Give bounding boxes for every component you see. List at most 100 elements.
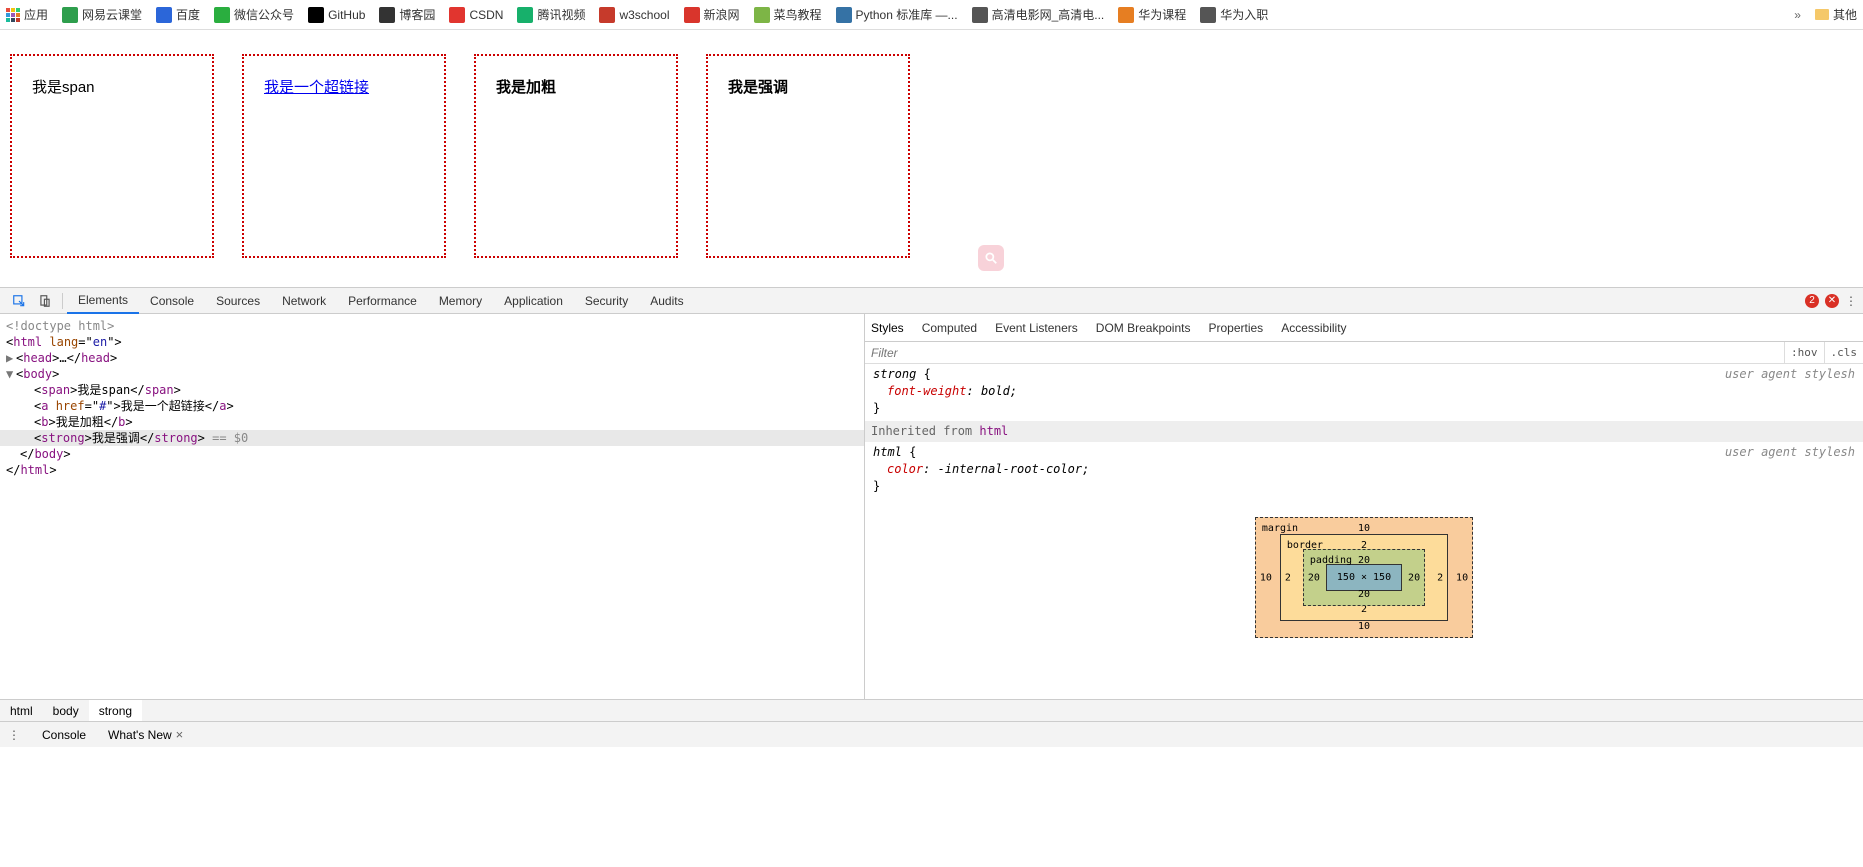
bookmark-label: 高清电影网_高清电... (992, 6, 1105, 23)
bookmark-icon (599, 7, 615, 23)
bookmark-item[interactable]: w3school (599, 7, 669, 23)
bookmark-label: 菜鸟教程 (774, 6, 822, 23)
apps-icon (6, 8, 20, 22)
styles-tab-properties[interactable]: Properties (1208, 321, 1263, 335)
strong-line-selected[interactable]: <strong>我是强调</strong> == $0 (0, 430, 864, 446)
bookmark-item[interactable]: 百度 (156, 6, 200, 23)
bookmark-icon (972, 7, 988, 23)
bookmark-icon (684, 7, 700, 23)
devtools-tab-elements[interactable]: Elements (67, 288, 139, 314)
devtools-tab-sources[interactable]: Sources (205, 288, 271, 314)
body-open-line[interactable]: ▼<body> (0, 366, 864, 382)
span-text: 我是span (32, 79, 95, 96)
bookmark-item[interactable]: 腾讯视频 (517, 6, 585, 23)
bookmark-icon (379, 7, 395, 23)
body-close-line[interactable]: </body> (0, 446, 864, 462)
box-bold: 我是加粗 (474, 54, 678, 258)
bookmark-item[interactable]: GitHub (308, 7, 365, 23)
other-label: 其他 (1833, 6, 1857, 23)
html-close-line[interactable]: </html> (0, 462, 864, 478)
devtools-tab-application[interactable]: Application (493, 288, 574, 314)
bold-text: 我是加粗 (496, 79, 556, 96)
doctype-line[interactable]: <!doctype html> (0, 318, 864, 334)
hov-toggle[interactable]: :hov (1784, 342, 1824, 363)
uas-label: user agent stylesh (1725, 366, 1855, 383)
bookmarks-bar: 应用 网易云课堂 百度微信公众号 GitHub 博客园 CSDN 腾讯视频 w3school… (0, 0, 1863, 30)
bookmark-icon (308, 7, 324, 23)
bookmark-item[interactable]: 华为入职 (1200, 6, 1268, 23)
cls-toggle[interactable]: .cls (1824, 342, 1863, 363)
close-icon[interactable]: × (176, 727, 184, 742)
inspect-icon[interactable] (6, 288, 32, 314)
styles-panel: Styles Computed Event Listeners DOM Breakpo… (865, 314, 1863, 699)
bookmark-label: 网易云课堂 (82, 6, 142, 23)
head-line[interactable]: ▶<head>…</head> (0, 350, 864, 366)
styles-tab-accessibility[interactable]: Accessibility (1281, 321, 1346, 335)
styles-tab-event-listeners[interactable]: Event Listeners (995, 321, 1078, 335)
crumb-strong[interactable]: strong (89, 700, 142, 721)
drawer-more-icon[interactable]: ⋮ (2, 728, 26, 742)
b-line[interactable]: <b>我是加粗</b> (0, 414, 864, 430)
drawer: ⋮ Console What's New × (0, 721, 1863, 747)
bookmark-item[interactable]: CSDN (449, 7, 503, 23)
bookmark-item[interactable]: 菜鸟教程 (754, 6, 822, 23)
devtools-tab-memory[interactable]: Memory (428, 288, 493, 314)
bookmark-label: 新浪网 (704, 6, 740, 23)
bookmark-item[interactable]: Python 标准库 —... (836, 6, 958, 23)
styles-tab-styles[interactable]: Styles (871, 321, 904, 335)
styles-body[interactable]: user agent stylesh strong { font-weight:… (865, 364, 1863, 699)
bookmark-item[interactable]: 微信公众号 (214, 6, 294, 23)
drawer-console-tab[interactable]: Console (36, 728, 92, 742)
bookmark-icon (754, 7, 770, 23)
span-line[interactable]: <span>我是span</span> (0, 382, 864, 398)
styles-tab-dom-breakpoints[interactable]: DOM Breakpoints (1096, 321, 1191, 335)
devtools-tab-audits[interactable]: Audits (639, 288, 694, 314)
strong-text: 我是强调 (728, 79, 788, 96)
more-icon[interactable]: ⋮ (1845, 294, 1857, 308)
overflow-chevron-icon[interactable]: » (1794, 8, 1801, 22)
bookmark-label: 腾讯视频 (537, 6, 585, 23)
devtools-tab-network[interactable]: Network (271, 288, 337, 314)
devtools-toolbar: ElementsConsoleSourcesNetworkPerformance… (0, 288, 1863, 314)
bookmark-icon (62, 7, 78, 23)
elements-panel[interactable]: <!doctype html> <html lang="en"> ▶<head>… (0, 314, 865, 699)
crumb-html[interactable]: html (0, 700, 43, 721)
bookmark-item[interactable]: 华为课程 (1118, 6, 1186, 23)
hyperlink[interactable]: 我是一个超链接 (264, 79, 369, 96)
apps-label: 应用 (24, 6, 48, 23)
bookmark-icon (836, 7, 852, 23)
devtools: ElementsConsoleSourcesNetworkPerformance… (0, 287, 1863, 747)
bookmark-item[interactable]: 高清电影网_高清电... (972, 6, 1105, 23)
a-line[interactable]: <a href="#">我是一个超链接</a> (0, 398, 864, 414)
device-toggle-icon[interactable] (32, 288, 58, 314)
devtools-tab-performance[interactable]: Performance (337, 288, 428, 314)
box-span: 我是span (10, 54, 214, 258)
other-bookmarks[interactable]: 其他 (1815, 6, 1857, 23)
filter-row: :hov .cls (865, 342, 1863, 364)
search-watermark-icon (978, 245, 1004, 271)
bookmark-label: GitHub (328, 8, 365, 22)
bookmark-item[interactable]: 博客园 (379, 6, 435, 23)
folder-icon (1815, 9, 1829, 20)
html-tag-line[interactable]: <html lang="en"> (0, 334, 864, 350)
styles-tab-computed[interactable]: Computed (922, 321, 977, 335)
bookmark-label: 博客园 (399, 6, 435, 23)
bookmark-icon (214, 7, 230, 23)
inherit-bar: Inherited from html (865, 421, 1863, 442)
error-icon: ✕ (1825, 294, 1839, 308)
bookmark-item[interactable]: 网易云课堂 (62, 6, 142, 23)
bookmark-item[interactable]: 新浪网 (684, 6, 740, 23)
devtools-tab-console[interactable]: Console (139, 288, 205, 314)
bookmark-icon (156, 7, 172, 23)
apps-button[interactable]: 应用 (6, 6, 48, 23)
bookmark-label: 华为入职 (1220, 6, 1268, 23)
filter-input[interactable] (865, 346, 1784, 360)
bookmark-icon (449, 7, 465, 23)
styles-tabs: Styles Computed Event Listeners DOM Breakpo… (865, 314, 1863, 342)
bookmark-label: 百度 (176, 6, 200, 23)
crumb-body[interactable]: body (43, 700, 89, 721)
devtools-tab-security[interactable]: Security (574, 288, 639, 314)
uas-label-2: user agent stylesh (1725, 444, 1855, 461)
error-badge[interactable]: 2 (1805, 294, 1819, 308)
drawer-whatsnew-tab[interactable]: What's New × (102, 727, 189, 742)
